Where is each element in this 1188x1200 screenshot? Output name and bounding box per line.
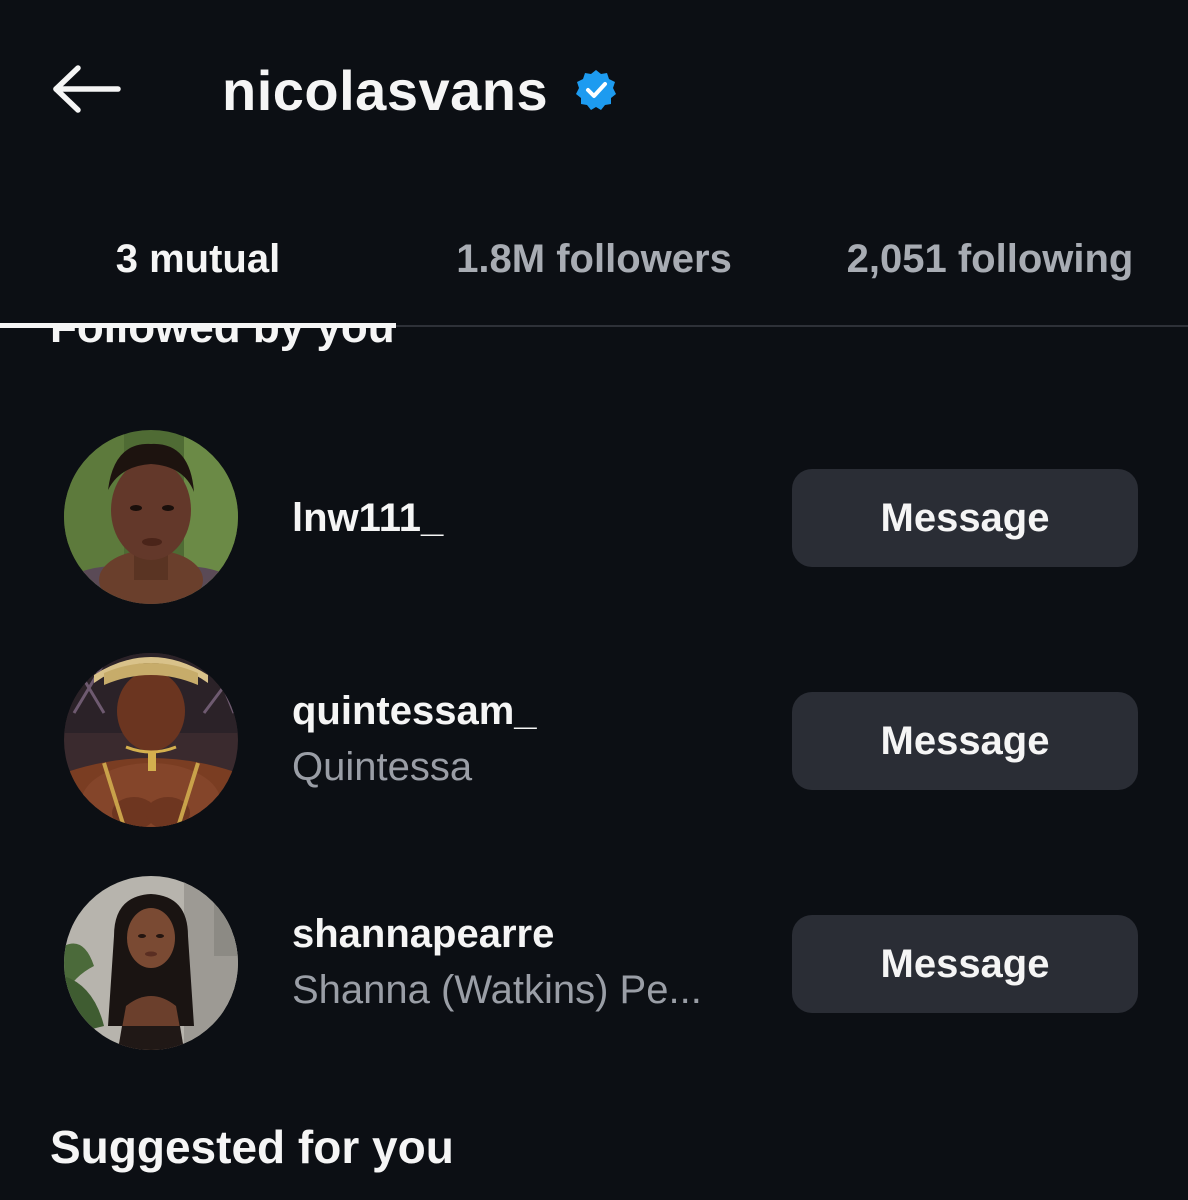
list-item[interactable]: quintessam_ Quintessa Message (0, 653, 1188, 833)
section-header-followed: Followed by you (0, 325, 1188, 365)
followed-by-you-label: Followed by you (50, 325, 395, 352)
top-bar: nicolasvans (0, 0, 1188, 180)
username[interactable]: quintessam_ (292, 687, 537, 735)
message-button[interactable]: Message (792, 469, 1138, 567)
username[interactable]: shannapearre (292, 910, 702, 958)
username[interactable]: lnw111_ (292, 494, 443, 542)
message-button[interactable]: Message (792, 692, 1138, 790)
list-item[interactable]: lnw111_ Message (0, 430, 1188, 610)
tab-followers-label: 1.8M followers (456, 236, 732, 281)
tab-following-label: 2,051 following (846, 236, 1134, 281)
suggested-for-you-label: Suggested for you (50, 1121, 454, 1173)
list-item[interactable]: shannapearre Shanna (Watkins) Pe... Mess… (0, 876, 1188, 1056)
arrow-left-icon (53, 65, 121, 113)
tab-followers[interactable]: 1.8M followers (396, 195, 792, 323)
user-text: lnw111_ (292, 494, 443, 542)
tab-bar: 3 mutual 1.8M followers 2,051 following (0, 195, 1188, 328)
back-button[interactable] (44, 56, 128, 122)
tab-following[interactable]: 2,051 following (792, 195, 1188, 323)
full-name: Shanna (Watkins) Pe... (292, 968, 702, 1012)
tab-mutual-label: 3 mutual (115, 236, 281, 281)
tab-mutual[interactable]: 3 mutual (0, 195, 396, 323)
message-button[interactable]: Message (792, 915, 1138, 1013)
profile-username-title: nicolasvans (222, 58, 549, 122)
profile-title-group: nicolasvans (222, 52, 618, 128)
avatar[interactable] (64, 653, 238, 827)
user-text: shannapearre Shanna (Watkins) Pe... (292, 910, 702, 1014)
verified-badge-icon (574, 68, 618, 112)
full-name: Quintessa (292, 745, 473, 789)
avatar[interactable] (64, 430, 238, 604)
user-text: quintessam_ Quintessa (292, 687, 537, 791)
avatar[interactable] (64, 876, 238, 1050)
